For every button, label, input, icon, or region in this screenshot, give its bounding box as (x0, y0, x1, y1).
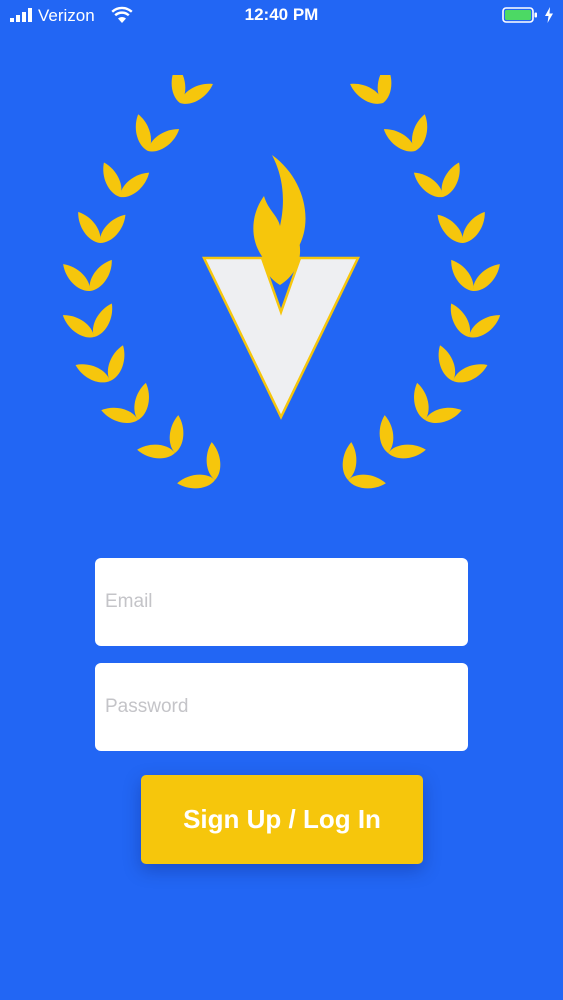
battery-icon (502, 7, 537, 23)
status-bar: Verizon 12:40 PM (0, 0, 563, 32)
status-time: 12:40 PM (244, 5, 319, 24)
laurel-torch-v-logo (58, 75, 505, 491)
laurel-right-icon (341, 75, 505, 491)
laurel-left-icon (58, 75, 222, 491)
email-input[interactable] (95, 558, 468, 646)
sign-up-log-in-button[interactable]: Sign Up / Log In (141, 775, 423, 864)
charging-bolt-icon (545, 7, 553, 23)
password-input[interactable] (95, 663, 468, 751)
